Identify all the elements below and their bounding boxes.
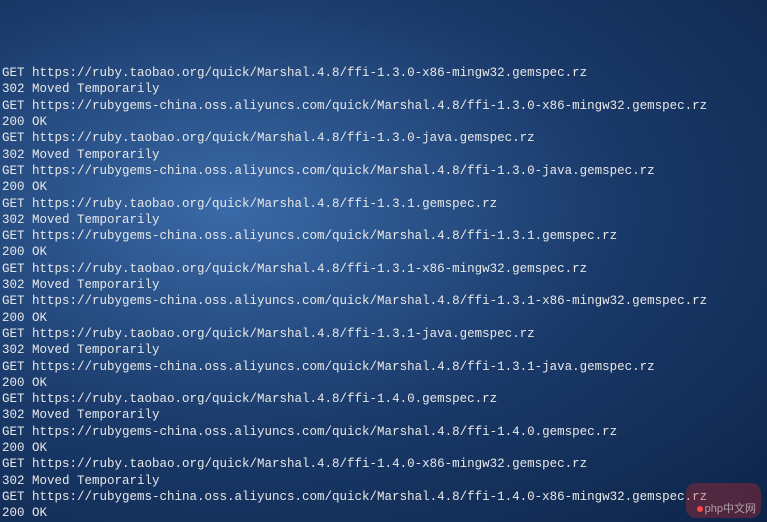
terminal-line: 200 OK <box>2 505 767 521</box>
terminal-line: GET https://rubygems-china.oss.aliyuncs.… <box>2 98 767 114</box>
terminal-line: 200 OK <box>2 244 767 260</box>
terminal-line: 302 Moved Temporarily <box>2 407 767 423</box>
terminal-output[interactable]: GET https://ruby.taobao.org/quick/Marsha… <box>0 65 767 522</box>
terminal-line: 200 OK <box>2 440 767 456</box>
terminal-line: GET https://ruby.taobao.org/quick/Marsha… <box>2 130 767 146</box>
terminal-line: GET https://rubygems-china.oss.aliyuncs.… <box>2 489 767 505</box>
terminal-line: 200 OK <box>2 114 767 130</box>
terminal-line: GET https://ruby.taobao.org/quick/Marsha… <box>2 261 767 277</box>
terminal-line: 200 OK <box>2 375 767 391</box>
terminal-line: 302 Moved Temporarily <box>2 81 767 97</box>
terminal-line: 302 Moved Temporarily <box>2 277 767 293</box>
terminal-line: GET https://ruby.taobao.org/quick/Marsha… <box>2 65 767 81</box>
watermark-badge: php中文网 <box>686 483 761 518</box>
terminal-line: GET https://rubygems-china.oss.aliyuncs.… <box>2 359 767 375</box>
terminal-line: GET https://rubygems-china.oss.aliyuncs.… <box>2 424 767 440</box>
terminal-line: GET https://rubygems-china.oss.aliyuncs.… <box>2 163 767 179</box>
terminal-line: GET https://ruby.taobao.org/quick/Marsha… <box>2 196 767 212</box>
terminal-line: 302 Moved Temporarily <box>2 473 767 489</box>
terminal-line: GET https://rubygems-china.oss.aliyuncs.… <box>2 228 767 244</box>
terminal-line: 200 OK <box>2 179 767 195</box>
terminal-line: GET https://ruby.taobao.org/quick/Marsha… <box>2 326 767 342</box>
watermark-dot-icon <box>697 506 703 512</box>
terminal-line: 302 Moved Temporarily <box>2 147 767 163</box>
terminal-line: 200 OK <box>2 310 767 326</box>
terminal-line: GET https://rubygems-china.oss.aliyuncs.… <box>2 293 767 309</box>
terminal-line: GET https://ruby.taobao.org/quick/Marsha… <box>2 391 767 407</box>
terminal-line: 302 Moved Temporarily <box>2 212 767 228</box>
watermark-text: php中文网 <box>705 503 756 515</box>
terminal-line: GET https://ruby.taobao.org/quick/Marsha… <box>2 456 767 472</box>
terminal-line: 302 Moved Temporarily <box>2 342 767 358</box>
